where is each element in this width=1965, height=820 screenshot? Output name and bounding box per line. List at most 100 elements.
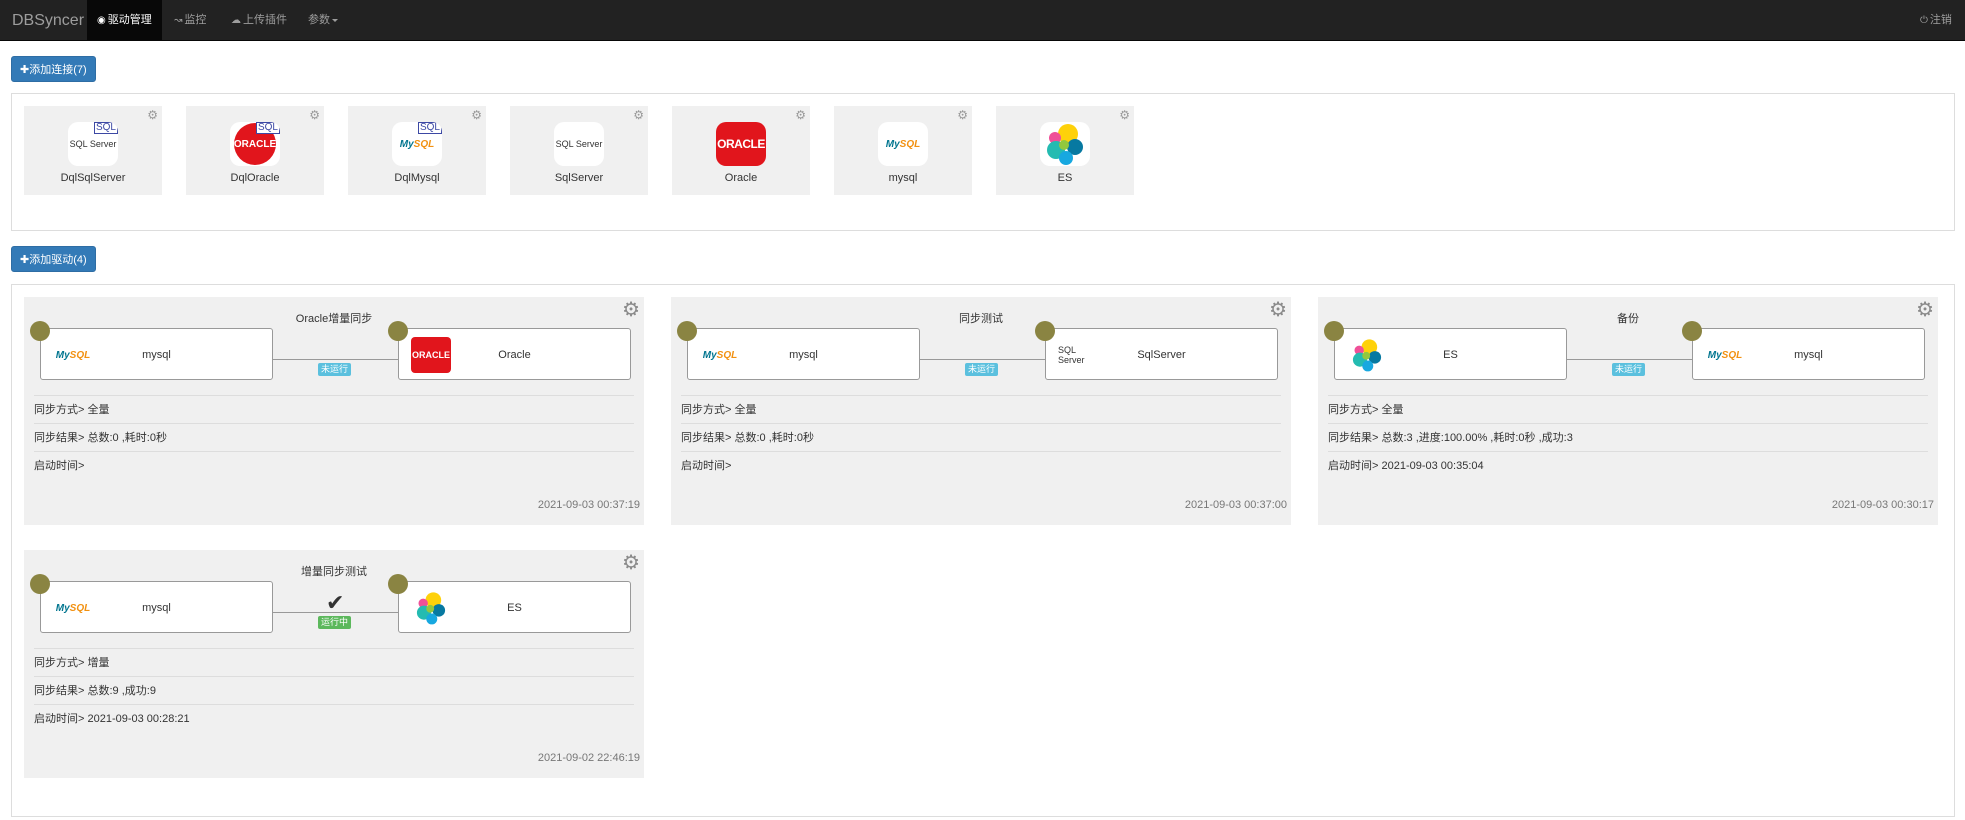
sqlserver-icon: SQL Server	[554, 122, 604, 166]
link-line	[1567, 359, 1692, 360]
target-name: Oracle	[498, 349, 531, 361]
sync-mode: 同步方式> 全量	[1328, 395, 1928, 423]
connection-card[interactable]: ⚙ ORACLE SQL DqlOracle	[186, 106, 324, 195]
sql-badge: SQL	[255, 122, 280, 134]
logout-link[interactable]: ⏻ 注销	[1910, 0, 1962, 41]
source-name: mysql	[789, 349, 818, 361]
source-endpoint[interactable]: MySQL mysql	[40, 328, 273, 380]
brand-logo[interactable]: DBSyncer	[12, 0, 84, 41]
source-endpoint[interactable]: ES	[1334, 328, 1567, 380]
mysql-icon: MySQL	[55, 602, 91, 614]
check-icon: ✔	[326, 590, 345, 615]
oracle-icon: ORACLE	[716, 122, 766, 166]
sync-mode: 同步方式> 增量	[34, 648, 634, 676]
sqlserver-icon: SQL Server	[1058, 345, 1085, 365]
driver-card[interactable]: 同步测试 ⚙ MySQL mysql 未运行 SQL Server SqlSer…	[671, 297, 1291, 525]
gear-icon[interactable]: ⚙	[147, 108, 158, 122]
gears-icon[interactable]: ⚙	[1269, 297, 1287, 322]
target-endpoint[interactable]: ORACLE Oracle	[398, 328, 631, 380]
source-name: mysql	[142, 349, 171, 361]
driver-card[interactable]: Oracle增量同步 ⚙ MySQL mysql 未运行 ORACLE Orac…	[24, 297, 644, 525]
sync-mode: 同步方式> 全量	[34, 395, 634, 423]
connection-name: DqlMysql	[394, 172, 440, 184]
gear-icon[interactable]: ⚙	[795, 108, 806, 122]
connection-card[interactable]: ⚙ MySQL SQL DqlMysql	[348, 106, 486, 195]
sync-result: 同步结果> 总数:0 ,耗时:0秒	[34, 423, 634, 451]
gear-icon[interactable]: ⚙	[957, 108, 968, 122]
link-line	[920, 359, 1045, 360]
source-dot	[1324, 321, 1344, 341]
add-connection-button[interactable]: ✚添加连接(7)	[11, 56, 96, 82]
sync-result: 同步结果> 总数:9 ,成功:9	[34, 676, 634, 704]
connection-card[interactable]: ⚙ SQL Server SqlServer	[510, 106, 648, 195]
nav-upload-plugin[interactable]: ☁ 上传插件	[221, 0, 297, 41]
gear-icon[interactable]: ⚙	[633, 108, 644, 122]
add-driver-button[interactable]: ✚添加驱动(4)	[11, 246, 96, 272]
gears-icon[interactable]: ⚙	[1916, 297, 1934, 322]
sync-result: 同步结果> 总数:0 ,耗时:0秒	[681, 423, 1281, 451]
target-name: ES	[507, 602, 522, 614]
gears-icon[interactable]: ⚙	[622, 297, 640, 322]
sync-result: 同步结果> 总数:3 ,进度:100.00% ,耗时:0秒 ,成功:3	[1328, 423, 1928, 451]
sql-badge: SQL	[93, 122, 118, 134]
target-dot	[388, 574, 408, 594]
source-name: mysql	[142, 602, 171, 614]
start-time: 启动时间> 2021-09-03 00:35:04	[1328, 451, 1928, 479]
target-endpoint[interactable]: SQL Server SqlServer	[1045, 328, 1278, 380]
connection-name: DqlOracle	[230, 172, 280, 184]
dashboard-icon: ◉	[97, 15, 106, 26]
connection-card[interactable]: ⚙ MySQL mysql	[834, 106, 972, 195]
gear-icon[interactable]: ⚙	[1119, 108, 1130, 122]
target-dot	[1035, 321, 1055, 341]
mysql-icon: MySQL	[55, 349, 91, 361]
source-name: ES	[1443, 349, 1458, 361]
cloud-upload-icon: ☁	[231, 15, 241, 26]
connection-name: mysql	[888, 172, 918, 184]
driver-title: 同步测试	[959, 313, 1003, 325]
mysql-icon: MySQL	[878, 122, 928, 166]
target-endpoint[interactable]: MySQL mysql	[1692, 328, 1925, 380]
mysql-icon: MySQL	[1707, 349, 1743, 361]
start-time: 启动时间>	[34, 451, 634, 479]
connection-card[interactable]: ⚙ ORACLE Oracle	[672, 106, 810, 195]
source-dot	[677, 321, 697, 341]
connection-card[interactable]: ⚙ SQL Server SQL DqlSqlServer	[24, 106, 162, 195]
driver-card[interactable]: 增量同步测试 ⚙ MySQL mysql ✔ 运行中 ES 同步方式> 增量 同…	[24, 550, 644, 778]
power-icon: ⏻	[1920, 15, 1928, 26]
start-time: 启动时间>	[681, 451, 1281, 479]
elasticsearch-icon	[1040, 122, 1090, 166]
target-dot	[1682, 321, 1702, 341]
target-name: mysql	[1794, 349, 1823, 361]
target-dot	[388, 321, 408, 341]
updated-time: 2021-09-03 00:37:00	[1184, 499, 1287, 511]
target-endpoint[interactable]: ES	[398, 581, 631, 633]
gears-icon[interactable]: ⚙	[622, 550, 640, 575]
oracle-icon: ORACLE	[411, 337, 451, 373]
nav-params-dropdown[interactable]: 参数	[298, 0, 348, 41]
sync-mode: 同步方式> 全量	[681, 395, 1281, 423]
source-endpoint[interactable]: MySQL mysql	[40, 581, 273, 633]
plus-icon: ✚	[20, 64, 30, 76]
connection-name: Oracle	[724, 172, 758, 184]
mysql-icon: MySQL	[702, 349, 738, 361]
gear-icon[interactable]: ⚙	[471, 108, 482, 122]
connection-name: ES	[1057, 172, 1073, 184]
nav-driver-management[interactable]: ◉ 驱动管理	[87, 0, 162, 41]
gear-icon[interactable]: ⚙	[309, 108, 320, 122]
nav-monitor[interactable]: ↝ 监控	[164, 0, 216, 41]
driver-card[interactable]: 备份 ⚙ ES 未运行 MySQL mysql 同步方式> 全量 同步结果> 总…	[1318, 297, 1938, 525]
chevron-down-icon	[332, 18, 338, 22]
connection-name: SqlServer	[554, 172, 604, 184]
updated-time: 2021-09-02 22:46:19	[537, 752, 640, 764]
driver-title: Oracle增量同步	[295, 313, 373, 325]
status-badge: 未运行	[1612, 363, 1646, 376]
driver-title: 增量同步测试	[301, 566, 367, 578]
updated-time: 2021-09-03 00:37:19	[537, 499, 640, 511]
target-name: SqlServer	[1137, 349, 1186, 361]
top-navbar: DBSyncer ◉ 驱动管理 ↝ 监控 ☁ 上传插件 参数 ⏻ 注销	[0, 0, 1965, 41]
source-dot	[30, 574, 50, 594]
chart-icon: ↝	[174, 15, 183, 26]
connection-card[interactable]: ⚙ ES	[996, 106, 1134, 195]
source-endpoint[interactable]: MySQL mysql	[687, 328, 920, 380]
updated-time: 2021-09-03 00:30:17	[1831, 499, 1934, 511]
